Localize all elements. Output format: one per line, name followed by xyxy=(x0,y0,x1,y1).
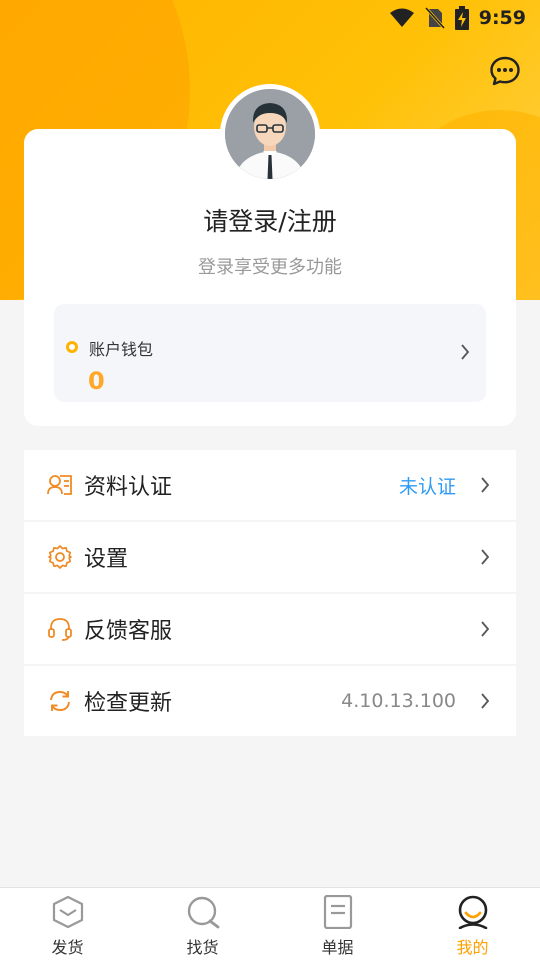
login-register-link[interactable]: 请登录/注册 xyxy=(24,202,516,238)
status-bar: 9:59 xyxy=(0,0,540,36)
wifi-icon xyxy=(389,8,415,28)
avatar[interactable] xyxy=(220,84,320,184)
chevron-right-icon xyxy=(480,477,494,493)
headset-icon xyxy=(46,615,74,643)
id-card-icon xyxy=(46,471,74,499)
chat-bubble-icon xyxy=(490,56,520,86)
box-icon xyxy=(50,894,86,930)
tab-documents[interactable]: 单据 xyxy=(270,888,405,960)
chevron-right-icon xyxy=(460,344,470,364)
account-wallet[interactable]: 账户钱包 0 xyxy=(54,304,486,402)
tab-label: 我的 xyxy=(456,938,489,957)
gear-icon xyxy=(46,543,74,571)
menu-label-settings: 设置 xyxy=(84,547,129,572)
no-sim-icon xyxy=(424,7,445,29)
verification-status: 未认证 xyxy=(398,475,456,498)
battery-charging-icon xyxy=(454,6,469,30)
menu-label-verification: 资料认证 xyxy=(84,475,173,500)
wallet-label: 账户钱包 xyxy=(89,340,154,359)
refresh-icon xyxy=(46,687,74,715)
chevron-right-icon xyxy=(480,693,494,709)
bottom-tab-bar: 发货 找货 单据 我的 xyxy=(0,887,540,960)
user-icon xyxy=(455,894,491,930)
menu-label-feedback: 反馈客服 xyxy=(84,619,173,644)
menu-list: 资料认证 未认证 设置 反馈客服 检查更新 4.10.13.100 xyxy=(24,450,516,738)
tab-label: 找货 xyxy=(186,938,219,957)
app-version: 4.10.13.100 xyxy=(341,690,456,712)
menu-item-settings[interactable]: 设置 xyxy=(24,522,516,592)
wallet-dot-icon xyxy=(66,341,78,353)
menu-item-verification[interactable]: 资料认证 未认证 xyxy=(24,450,516,520)
chevron-right-icon xyxy=(480,549,494,565)
login-subtitle: 登录享受更多功能 xyxy=(198,257,342,278)
tab-ship[interactable]: 发货 xyxy=(0,888,135,960)
message-button[interactable] xyxy=(488,54,522,88)
tab-mine[interactable]: 我的 xyxy=(405,888,540,960)
chevron-right-icon xyxy=(480,621,494,637)
status-time: 9:59 xyxy=(478,7,526,29)
document-icon xyxy=(320,894,356,930)
menu-item-feedback[interactable]: 反馈客服 xyxy=(24,594,516,664)
tab-label: 发货 xyxy=(51,938,84,957)
wallet-balance: 0 xyxy=(88,367,105,395)
search-icon xyxy=(185,894,221,930)
tab-label: 单据 xyxy=(321,938,354,957)
avatar-person-icon xyxy=(225,89,315,179)
menu-label-check-update: 检查更新 xyxy=(84,691,173,716)
menu-item-check-update[interactable]: 检查更新 4.10.13.100 xyxy=(24,666,516,736)
tab-find-goods[interactable]: 找货 xyxy=(135,888,270,960)
